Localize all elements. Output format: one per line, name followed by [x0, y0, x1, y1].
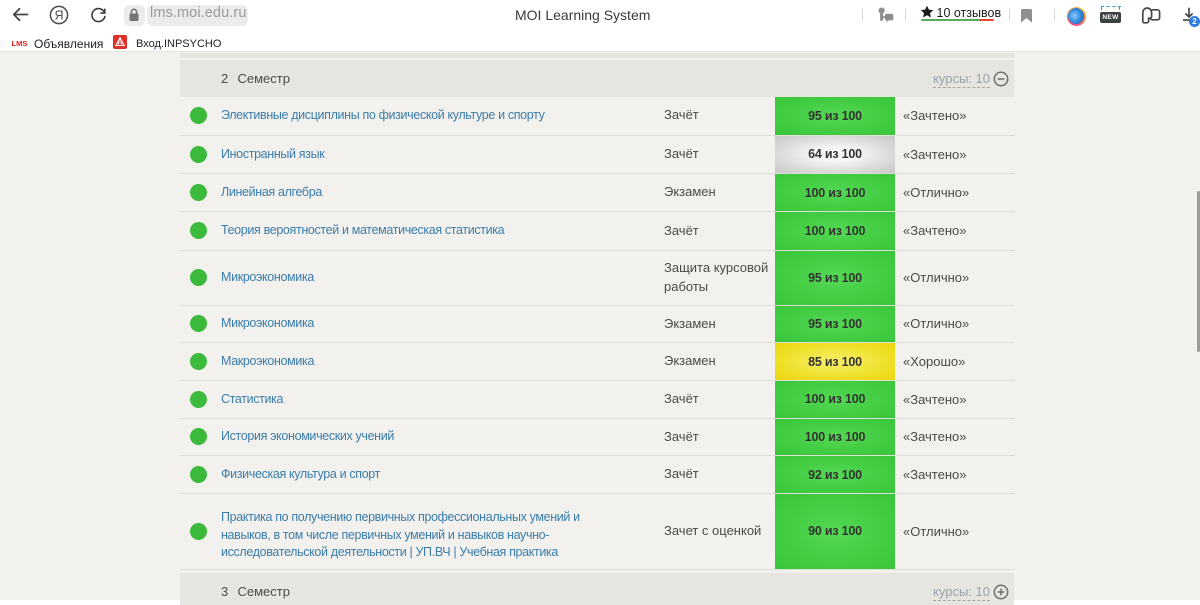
- svg-text:Я: Я: [54, 9, 63, 23]
